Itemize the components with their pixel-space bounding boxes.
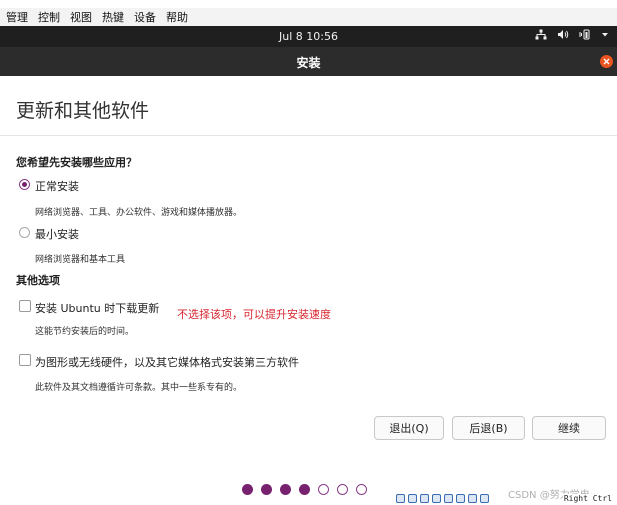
close-icon (603, 58, 610, 65)
step-progress (242, 484, 367, 495)
chevron-down-icon (602, 33, 608, 37)
download-updates-checkbox[interactable] (19, 300, 31, 312)
host-menu-devices[interactable]: 设备 (134, 9, 156, 25)
host-menu-view[interactable]: 视图 (70, 9, 92, 25)
download-updates-description: 这能节约安装后的时间。 (35, 327, 135, 337)
other-options-title: 其他选项 (16, 274, 60, 287)
step-dot-5 (318, 484, 329, 495)
system-tray[interactable] (535, 29, 609, 40)
third-party-checkbox[interactable] (19, 354, 31, 366)
host-titlebar (0, 0, 617, 8)
step-dot-7 (356, 484, 367, 495)
network-icon (535, 29, 547, 40)
window-title: 安装 (296, 56, 321, 70)
volume-icon (558, 30, 569, 39)
third-party-label[interactable]: 为图形或无线硬件，以及其它媒体格式安装第三方软件 (35, 354, 299, 370)
battery-icon (579, 29, 590, 40)
normal-install-description: 网络浏览器、工具、办公软件、游戏和媒体播放器。 (35, 208, 243, 218)
optical-drive-icon[interactable] (408, 494, 417, 503)
minimal-install-label[interactable]: 最小安装 (35, 226, 79, 242)
clock[interactable]: Jul 8 10:56 (0, 30, 617, 43)
step-dot-1 (242, 484, 253, 495)
step-dot-4 (299, 484, 310, 495)
step-dot-6 (337, 484, 348, 495)
install-type-question: 您希望先安装哪些应用？ (16, 156, 137, 169)
host-menu-control[interactable]: 控制 (38, 9, 60, 25)
back-button[interactable]: 后退(B) (452, 416, 525, 440)
host-menu-manage[interactable]: 管理 (6, 9, 28, 25)
hdd-icon[interactable] (396, 494, 405, 503)
usb-icon[interactable] (444, 494, 453, 503)
display-icon[interactable] (468, 494, 477, 503)
host-menu-help[interactable]: 帮助 (166, 9, 188, 25)
recording-icon[interactable] (480, 494, 489, 503)
third-party-description: 此软件及其文档遵循许可条款。其中一些系专有的。 (35, 383, 243, 393)
audio-icon[interactable] (420, 494, 429, 503)
step-dot-2 (261, 484, 272, 495)
minimal-install-description: 网络浏览器和基本工具 (35, 255, 126, 265)
continue-button[interactable]: 继续 (532, 416, 606, 440)
host-key-label: Right Ctrl (562, 494, 613, 503)
host-menu-hotkey[interactable]: 热键 (102, 9, 124, 25)
close-button[interactable] (600, 55, 613, 68)
installer-header: 安装 (0, 47, 617, 76)
radio-minimal-install[interactable] (19, 227, 30, 238)
quit-button[interactable]: 退出(Q) (374, 416, 444, 440)
network-adapter-icon[interactable] (432, 494, 441, 503)
radio-normal-install[interactable] (19, 179, 30, 190)
annotation-text: 不选择该项，可以提升安装速度 (177, 308, 331, 321)
page-title: 更新和其他软件 (16, 100, 150, 122)
shared-folder-icon[interactable] (456, 494, 465, 503)
host-menubar: 管理 控制 视图 热键 设备 帮助 (0, 8, 617, 26)
normal-install-label[interactable]: 正常安装 (35, 178, 79, 194)
step-dot-3 (280, 484, 291, 495)
divider (0, 135, 617, 136)
download-updates-label[interactable]: 安装 Ubuntu 时下载更新 (35, 300, 159, 316)
system-topbar: Jul 8 10:56 (0, 26, 617, 47)
